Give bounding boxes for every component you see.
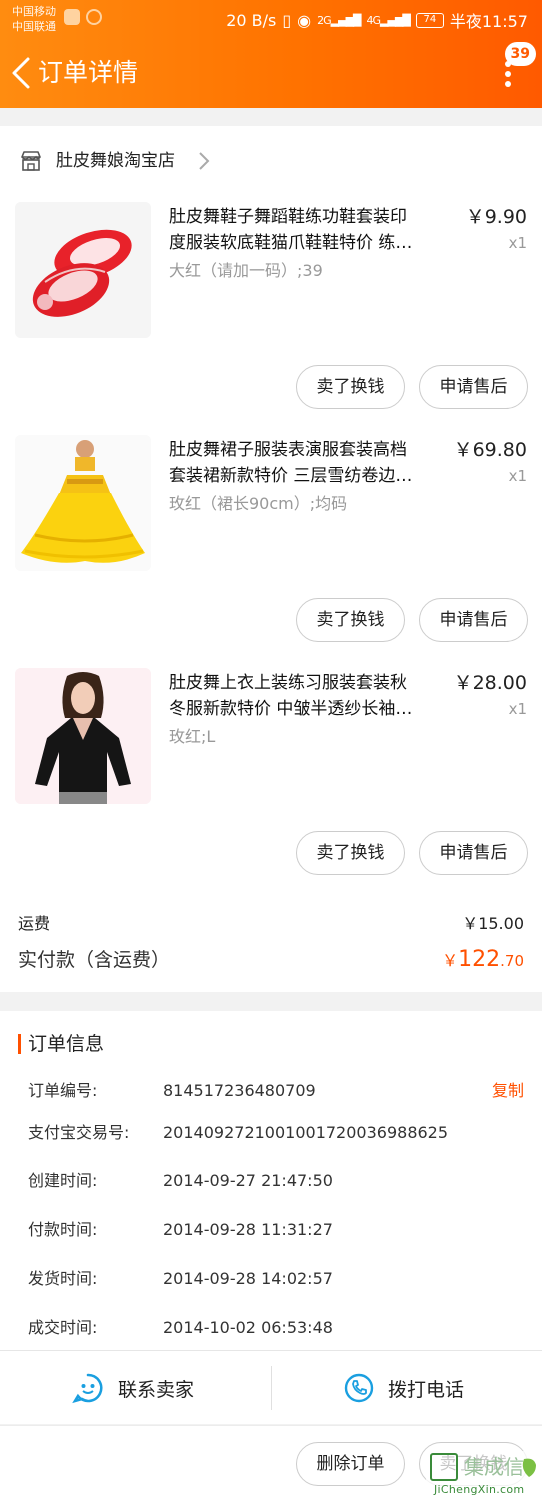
call-phone-button[interactable]: 拨打电话 [344,1351,464,1425]
headset-app-icon [86,9,102,25]
status-bar: 中国移动 中国联通 20 B/s ▯ ◉ 2G▂▄▆█ 4G▂▄▆█ 74 半夜… [0,0,542,38]
info-row-shipped: 发货时间: 2014-09-28 14:02:57 [28,1269,333,1288]
shield-app-icon [64,9,80,25]
leaf-icon [522,1458,536,1477]
vibrate-icon: ▯ [282,10,292,30]
freight-label: 运费 [18,914,51,933]
product-title[interactable]: 肚皮舞鞋子舞蹈鞋练功鞋套装印 度服装软底鞋猫爪鞋鞋特价 练… [169,204,447,256]
clock: 半夜11:57 [449,12,528,31]
sell-for-cash-button[interactable]: 卖了换钱 [296,831,405,875]
product-qty: x1 [508,700,527,718]
network-speed: 20 B/s [226,10,277,30]
phone-icon [344,1373,374,1403]
watermark-url: JiChengXin.com [434,1483,525,1496]
page-title: 订单详情 [38,58,139,87]
signal-icon: 2G▂▄▆█ [317,13,361,27]
chat-bubble-icon [72,1373,103,1404]
paid-amount: ￥122.70 [442,947,524,972]
info-row-created: 创建时间: 2014-09-27 21:47:50 [28,1171,333,1190]
product-title[interactable]: 肚皮舞裙子服装表演服套装高档 套装裙新款特价 三层雪纺卷边… [169,437,447,489]
info-row-paid: 付款时间: 2014-09-28 11:31:27 [28,1220,333,1239]
shop-name: 肚皮舞娘淘宝店 [56,151,175,171]
product-qty: x1 [508,234,527,252]
after-sale-button[interactable]: 申请售后 [419,831,528,875]
order-info-card: 订单信息 订单编号: 814517236480709 复制 支付宝交易号: 20… [0,1011,542,1350]
carrier-1: 中国移动 [12,5,56,18]
info-row-order-no: 订单编号: 814517236480709 复制 [0,1076,542,1106]
product-image-top[interactable] [15,668,151,804]
info-row-alipay-no: 支付宝交易号: 2014092721001001720036988625 [28,1123,449,1142]
product-sku: 大红（请加一码）;39 [169,261,323,280]
sell-for-cash-button[interactable]: 卖了换钱 [296,598,405,642]
product-price: ￥28.00 [453,672,527,694]
carrier-info: 中国移动 中国联通 [12,4,56,34]
product-sku: 玫红;L [169,727,216,746]
product-sku: 玫红（裙长90cm）;均码 [169,494,348,513]
header-bar: 中国移动 中国联通 20 B/s ▯ ◉ 2G▂▄▆█ 4G▂▄▆█ 74 半夜… [0,0,542,108]
freight-value: ￥15.00 [462,914,524,933]
after-sale-button[interactable]: 申请售后 [419,365,528,409]
watermark-logo-icon [430,1453,458,1481]
info-row-completed: 成交时间: 2014-10-02 06:53:48 [28,1318,333,1337]
message-badge: 39 [504,42,536,66]
shop-icon [21,151,41,171]
battery-icon: 74 [415,12,444,28]
call-phone-label: 拨打电话 [388,1378,465,1401]
watermark: 集成信 JiChengXin.com [426,1451,542,1499]
product-image-shoes[interactable] [15,202,151,338]
status-right: 20 B/s ▯ ◉ 2G▂▄▆█ 4G▂▄▆█ 74 半夜11:57 [226,8,528,32]
carrier-2: 中国联通 [12,20,56,33]
after-sale-button[interactable]: 申请售后 [419,598,528,642]
contact-bar: 联系卖家 拨打电话 [0,1350,542,1424]
chevron-left-icon[interactable] [10,56,32,90]
product-title[interactable]: 肚皮舞上衣上装练习服装套装秋 冬服新款特价 中皱半透纱长袖… [169,670,447,722]
shop-row[interactable]: 肚皮舞娘淘宝店 [0,126,542,196]
order-item: 肚皮舞裙子服装表演服套装高档 套装裙新款特价 三层雪纺卷边… 玫红（裙长90cm… [0,435,542,668]
order-item: 肚皮舞上衣上装练习服装套装秋 冬服新款特价 中皱半透纱长袖… 玫红;L ￥28.… [0,668,542,901]
order-item: 肚皮舞鞋子舞蹈鞋练功鞋套装印 度服装软底鞋猫爪鞋鞋特价 练… 大红（请加一码）;… [0,202,542,435]
divider [271,1366,272,1410]
watermark-cn: 集成信 [464,1455,524,1479]
section-accent-bar [18,1034,21,1054]
eye-icon: ◉ [297,10,312,30]
product-qty: x1 [508,467,527,485]
signal-icon-2: 4G▂▄▆█ [366,13,411,27]
product-price: ￥69.80 [453,439,527,461]
contact-seller-button[interactable]: 联系卖家 [72,1351,194,1425]
paid-label: 实付款（含运费） [18,949,171,971]
sell-for-cash-button[interactable]: 卖了换钱 [296,365,405,409]
chevron-right-icon [199,152,210,170]
product-image-skirt[interactable] [15,435,151,571]
product-price: ￥9.90 [465,206,527,228]
copy-button[interactable]: 复制 [492,1076,524,1106]
contact-seller-label: 联系卖家 [118,1378,195,1401]
delete-order-button[interactable]: 删除订单 [296,1442,405,1486]
section-title: 订单信息 [28,1033,105,1055]
order-goods-card: 肚皮舞娘淘宝店 肚皮舞鞋子舞蹈鞋练功鞋套装印 度服装软底鞋猫爪鞋鞋特价 练… 大… [0,126,542,992]
